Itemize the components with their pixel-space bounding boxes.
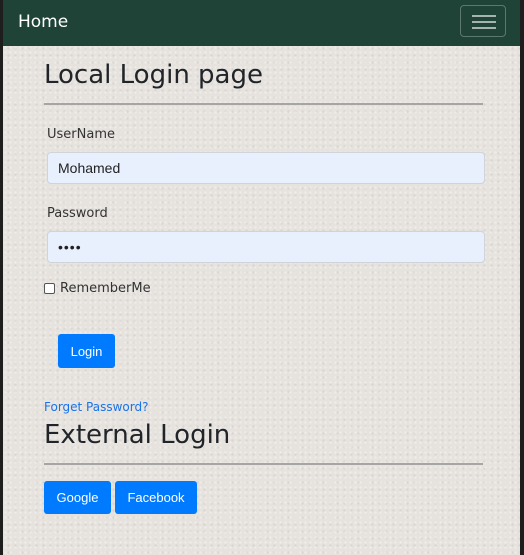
password-label: Password [47, 206, 108, 221]
facebook-login-button[interactable]: Facebook [115, 481, 197, 514]
username-input[interactable] [47, 152, 485, 184]
password-input[interactable] [47, 231, 485, 263]
hamburger-icon [472, 15, 496, 17]
top-navbar: Home [3, 0, 520, 46]
page-frame: Home Local Login page UserName Password … [3, 0, 520, 555]
remember-me-row: RememberMe [44, 281, 151, 296]
forget-password-link[interactable]: Forget Password? [44, 400, 148, 414]
home-link[interactable]: Home [18, 12, 68, 32]
external-login-title: External Login [44, 420, 231, 450]
username-label: UserName [47, 127, 115, 142]
title-divider [44, 103, 483, 105]
hamburger-icon-bottom [472, 27, 496, 29]
external-divider [44, 463, 483, 465]
google-login-button[interactable]: Google [44, 481, 111, 514]
menu-toggle-button[interactable] [460, 5, 506, 37]
remember-me-label: RememberMe [60, 281, 151, 296]
remember-me-checkbox[interactable] [44, 283, 55, 294]
login-button[interactable]: Login [58, 334, 115, 368]
hamburger-icon-middle [472, 21, 496, 23]
local-login-title: Local Login page [44, 60, 263, 90]
